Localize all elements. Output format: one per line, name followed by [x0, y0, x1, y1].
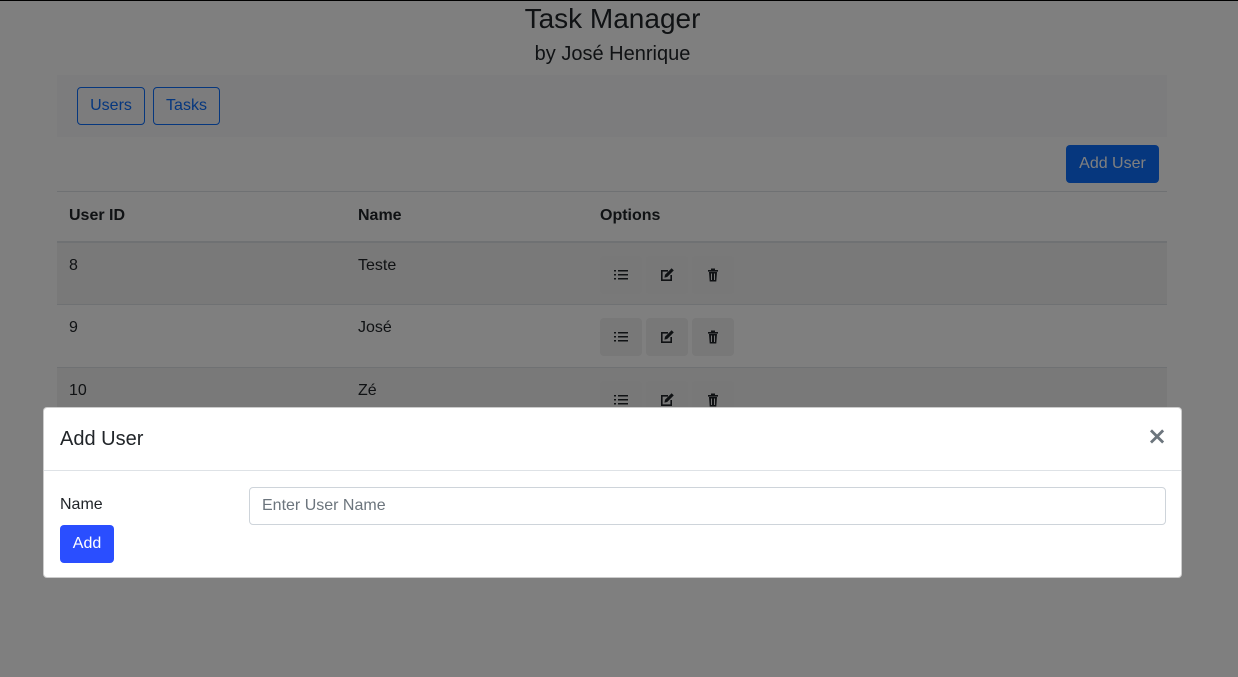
name-label: Name [60, 496, 103, 513]
close-icon[interactable]: × [1147, 424, 1167, 448]
modal-header: Add User × [44, 408, 1181, 471]
modal-title: Add User [60, 428, 144, 450]
add-user-modal: Add User × Name Add [43, 407, 1182, 578]
user-name-input[interactable] [249, 487, 1166, 525]
add-button[interactable]: Add [60, 525, 114, 563]
page: Task Manager by José Henrique Users Task… [0, 1, 1238, 677]
